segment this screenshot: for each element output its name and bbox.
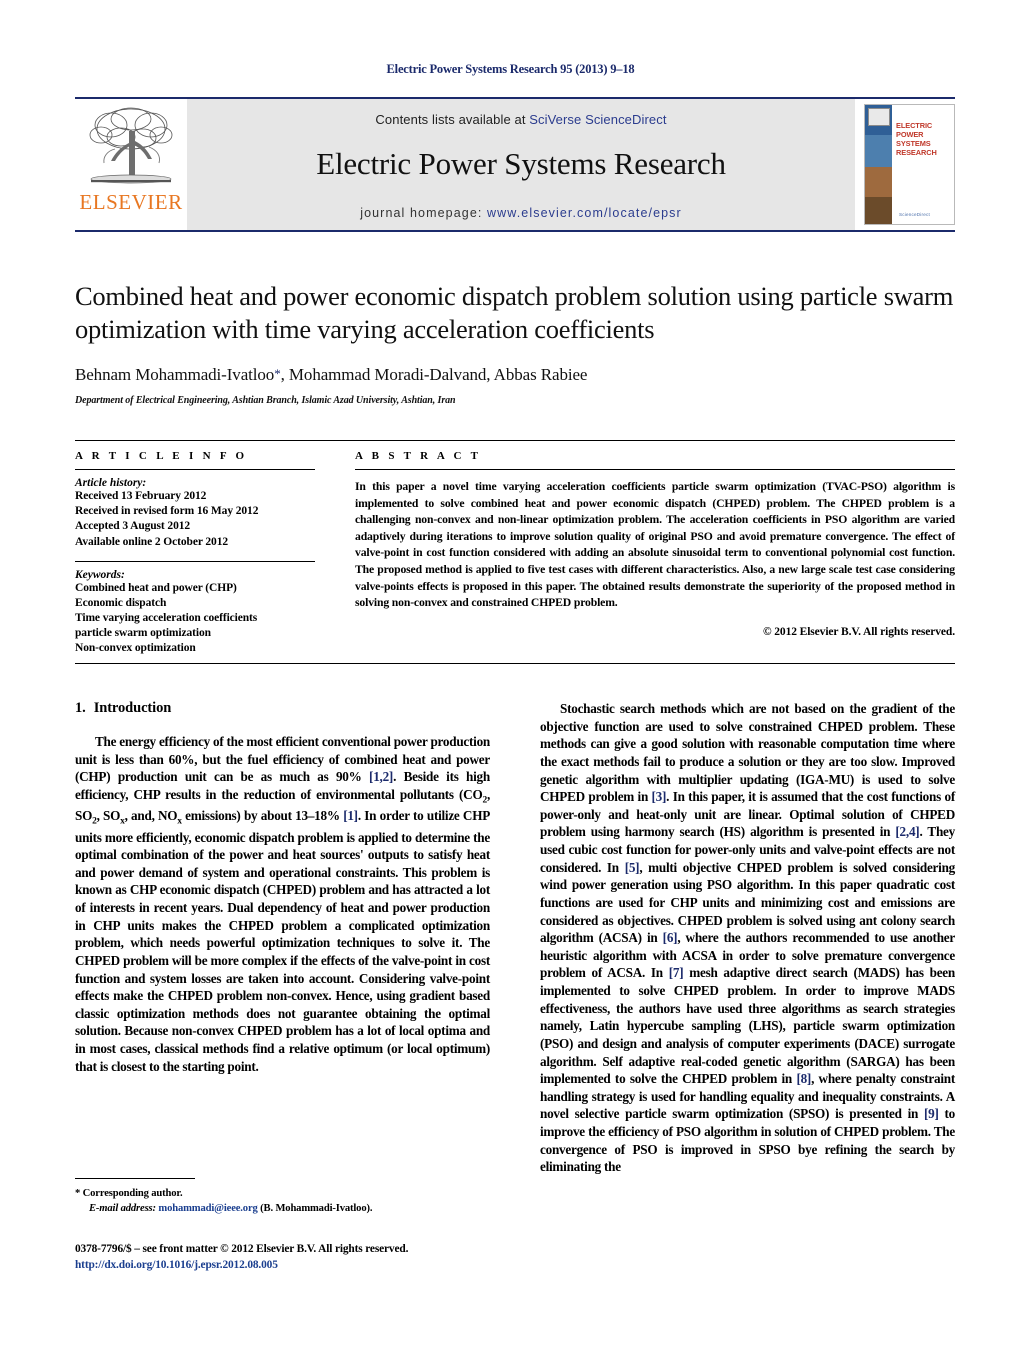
right-column: Stochastic search methods which are not … — [540, 700, 955, 1176]
journal-band: Contents lists available at SciVerse Sci… — [187, 99, 855, 230]
journal-masthead: ELSEVIER Contents lists available at Sci… — [75, 97, 955, 232]
info-abstract-block: A R T I C L E I N F O Article history: R… — [75, 440, 955, 664]
body-columns: 1. Introduction The energy efficiency of … — [75, 700, 955, 1176]
citation-ref[interactable]: [9] — [924, 1106, 939, 1121]
citation-ref[interactable]: [3] — [652, 789, 667, 804]
section-heading-introduction: 1. Introduction — [75, 700, 490, 717]
citation-ref[interactable]: [8] — [796, 1071, 811, 1086]
author-others: , Mohammad Moradi-Dalvand, Abbas Rabiee — [280, 364, 588, 384]
citation-ref[interactable]: [1,2] — [369, 769, 393, 784]
homepage-label: journal homepage: — [360, 206, 488, 220]
running-head: Electric Power Systems Research 95 (2013… — [386, 62, 635, 76]
affiliation: Department of Electrical Engineering, As… — [75, 394, 456, 406]
footnote-rule — [75, 1178, 195, 1179]
divider — [75, 560, 315, 562]
text-run: mesh adaptive direct search (MADS) has b… — [540, 965, 955, 1087]
divider — [75, 469, 315, 470]
text-run: , SO — [96, 808, 121, 824]
issn-copyright-line: 0378-7796/$ – see front matter © 2012 El… — [75, 1243, 409, 1255]
journal-homepage-line: journal homepage: www.elsevier.com/locat… — [360, 206, 682, 220]
homepage-url[interactable]: www.elsevier.com/locate/epsr — [487, 206, 682, 220]
abstract-copyright: © 2012 Elsevier B.V. All rights reserved… — [763, 625, 955, 638]
intro-paragraph-left: The energy efficiency of the most effici… — [75, 733, 490, 1075]
keyword-item: Non-convex optimization — [75, 642, 196, 655]
elsevier-logo: ELSEVIER — [75, 99, 187, 230]
abstract-text: In this paper a novel time varying accel… — [355, 480, 955, 610]
text-run: . In order to utilize CHP units more eff… — [75, 808, 491, 1074]
email-label: E-mail address: — [89, 1203, 156, 1215]
intro-paragraph-right: Stochastic search methods which are not … — [540, 700, 955, 1176]
footnote-block: * Corresponding author. E-mail address: … — [75, 1178, 490, 1216]
citation-ref[interactable]: [1] — [343, 808, 358, 823]
author-primary: Behnam Mohammadi-Ivatloo — [75, 364, 275, 384]
author-list: Behnam Mohammadi-Ivatloo*, Mohammad Mora… — [75, 365, 955, 385]
history-item: Received 13 February 2012 — [75, 490, 207, 502]
citation-ref[interactable]: [6] — [663, 930, 678, 945]
left-column: 1. Introduction The energy efficiency of … — [75, 700, 490, 1176]
page-footer: 0378-7796/$ – see front matter © 2012 El… — [75, 1242, 595, 1274]
keyword-item: particle swarm optimization — [75, 627, 211, 640]
history-item: Available online 2 October 2012 — [75, 535, 228, 548]
keywords-label: Keywords: — [75, 568, 125, 581]
abstract-heading: A B S T R A C T — [355, 450, 482, 462]
text-run: emissions) by about 13–18% — [181, 808, 344, 824]
article-history-label: Article history: — [75, 477, 147, 489]
history-item: Accepted 3 August 2012 — [75, 520, 191, 533]
doi-link[interactable]: http://dx.doi.org/10.1016/j.epsr.2012.08… — [75, 1258, 595, 1274]
keyword-item: Time varying acceleration coefficients — [75, 612, 258, 625]
cover-footer-logo: ScienceDirect — [899, 212, 930, 217]
title-block: Combined heat and power economic dispatc… — [75, 280, 955, 406]
section-label: Introduction — [93, 700, 172, 716]
abstract-column: A B S T R A C T In this paper a novel ti… — [337, 450, 955, 663]
sciencedirect-link[interactable]: SciVerse ScienceDirect — [529, 112, 666, 127]
email-suffix: (B. Mohammadi-Ivatloo). — [257, 1203, 373, 1215]
journal-cover-image: ELECTRIC POWER SYSTEMS RESEARCH ScienceD… — [864, 104, 955, 225]
keyword-item: Combined heat and power (CHP) — [75, 581, 237, 594]
contents-lists-line: Contents lists available at SciVerse Sci… — [375, 112, 666, 127]
citation-ref[interactable]: [5] — [625, 860, 640, 875]
article-info-heading: A R T I C L E I N F O — [75, 450, 248, 462]
contents-prefix: Contents lists available at — [375, 112, 530, 127]
elsevier-wordmark: ELSEVIER — [79, 190, 183, 214]
citation-ref[interactable]: [7] — [669, 965, 684, 980]
section-number: 1. — [75, 700, 86, 716]
journal-cover-box: ELECTRIC POWER SYSTEMS RESEARCH ScienceD… — [855, 99, 955, 230]
page-title: Combined heat and power economic dispatc… — [75, 281, 954, 344]
cover-publisher-logo-icon — [868, 108, 890, 126]
paper-page: Electric Power Systems Research 95 (2013… — [0, 0, 1021, 1351]
keywords-group: Keywords: Combined heat and power (CHP) … — [75, 569, 315, 657]
corresponding-author-note: * Corresponding author. — [75, 1188, 183, 1199]
article-history-group: Article history: Received 13 February 20… — [75, 477, 315, 550]
journal-title: Electric Power Systems Research — [316, 146, 726, 181]
text-run: , and, NO — [124, 808, 178, 824]
email-link[interactable]: mohammadi@ieee.org — [158, 1203, 257, 1214]
elsevier-tree-icon — [89, 107, 173, 184]
history-item: Received in revised form 16 May 2012 — [75, 505, 259, 518]
citation-ref[interactable]: [2,4] — [895, 824, 919, 839]
keyword-item: Economic dispatch — [75, 596, 167, 609]
email-note: E-mail address: mohammadi@ieee.org (B. M… — [75, 1201, 490, 1216]
article-info-column: A R T I C L E I N F O Article history: R… — [75, 450, 337, 663]
divider — [355, 469, 955, 470]
cover-title: ELECTRIC POWER SYSTEMS RESEARCH — [896, 121, 937, 158]
